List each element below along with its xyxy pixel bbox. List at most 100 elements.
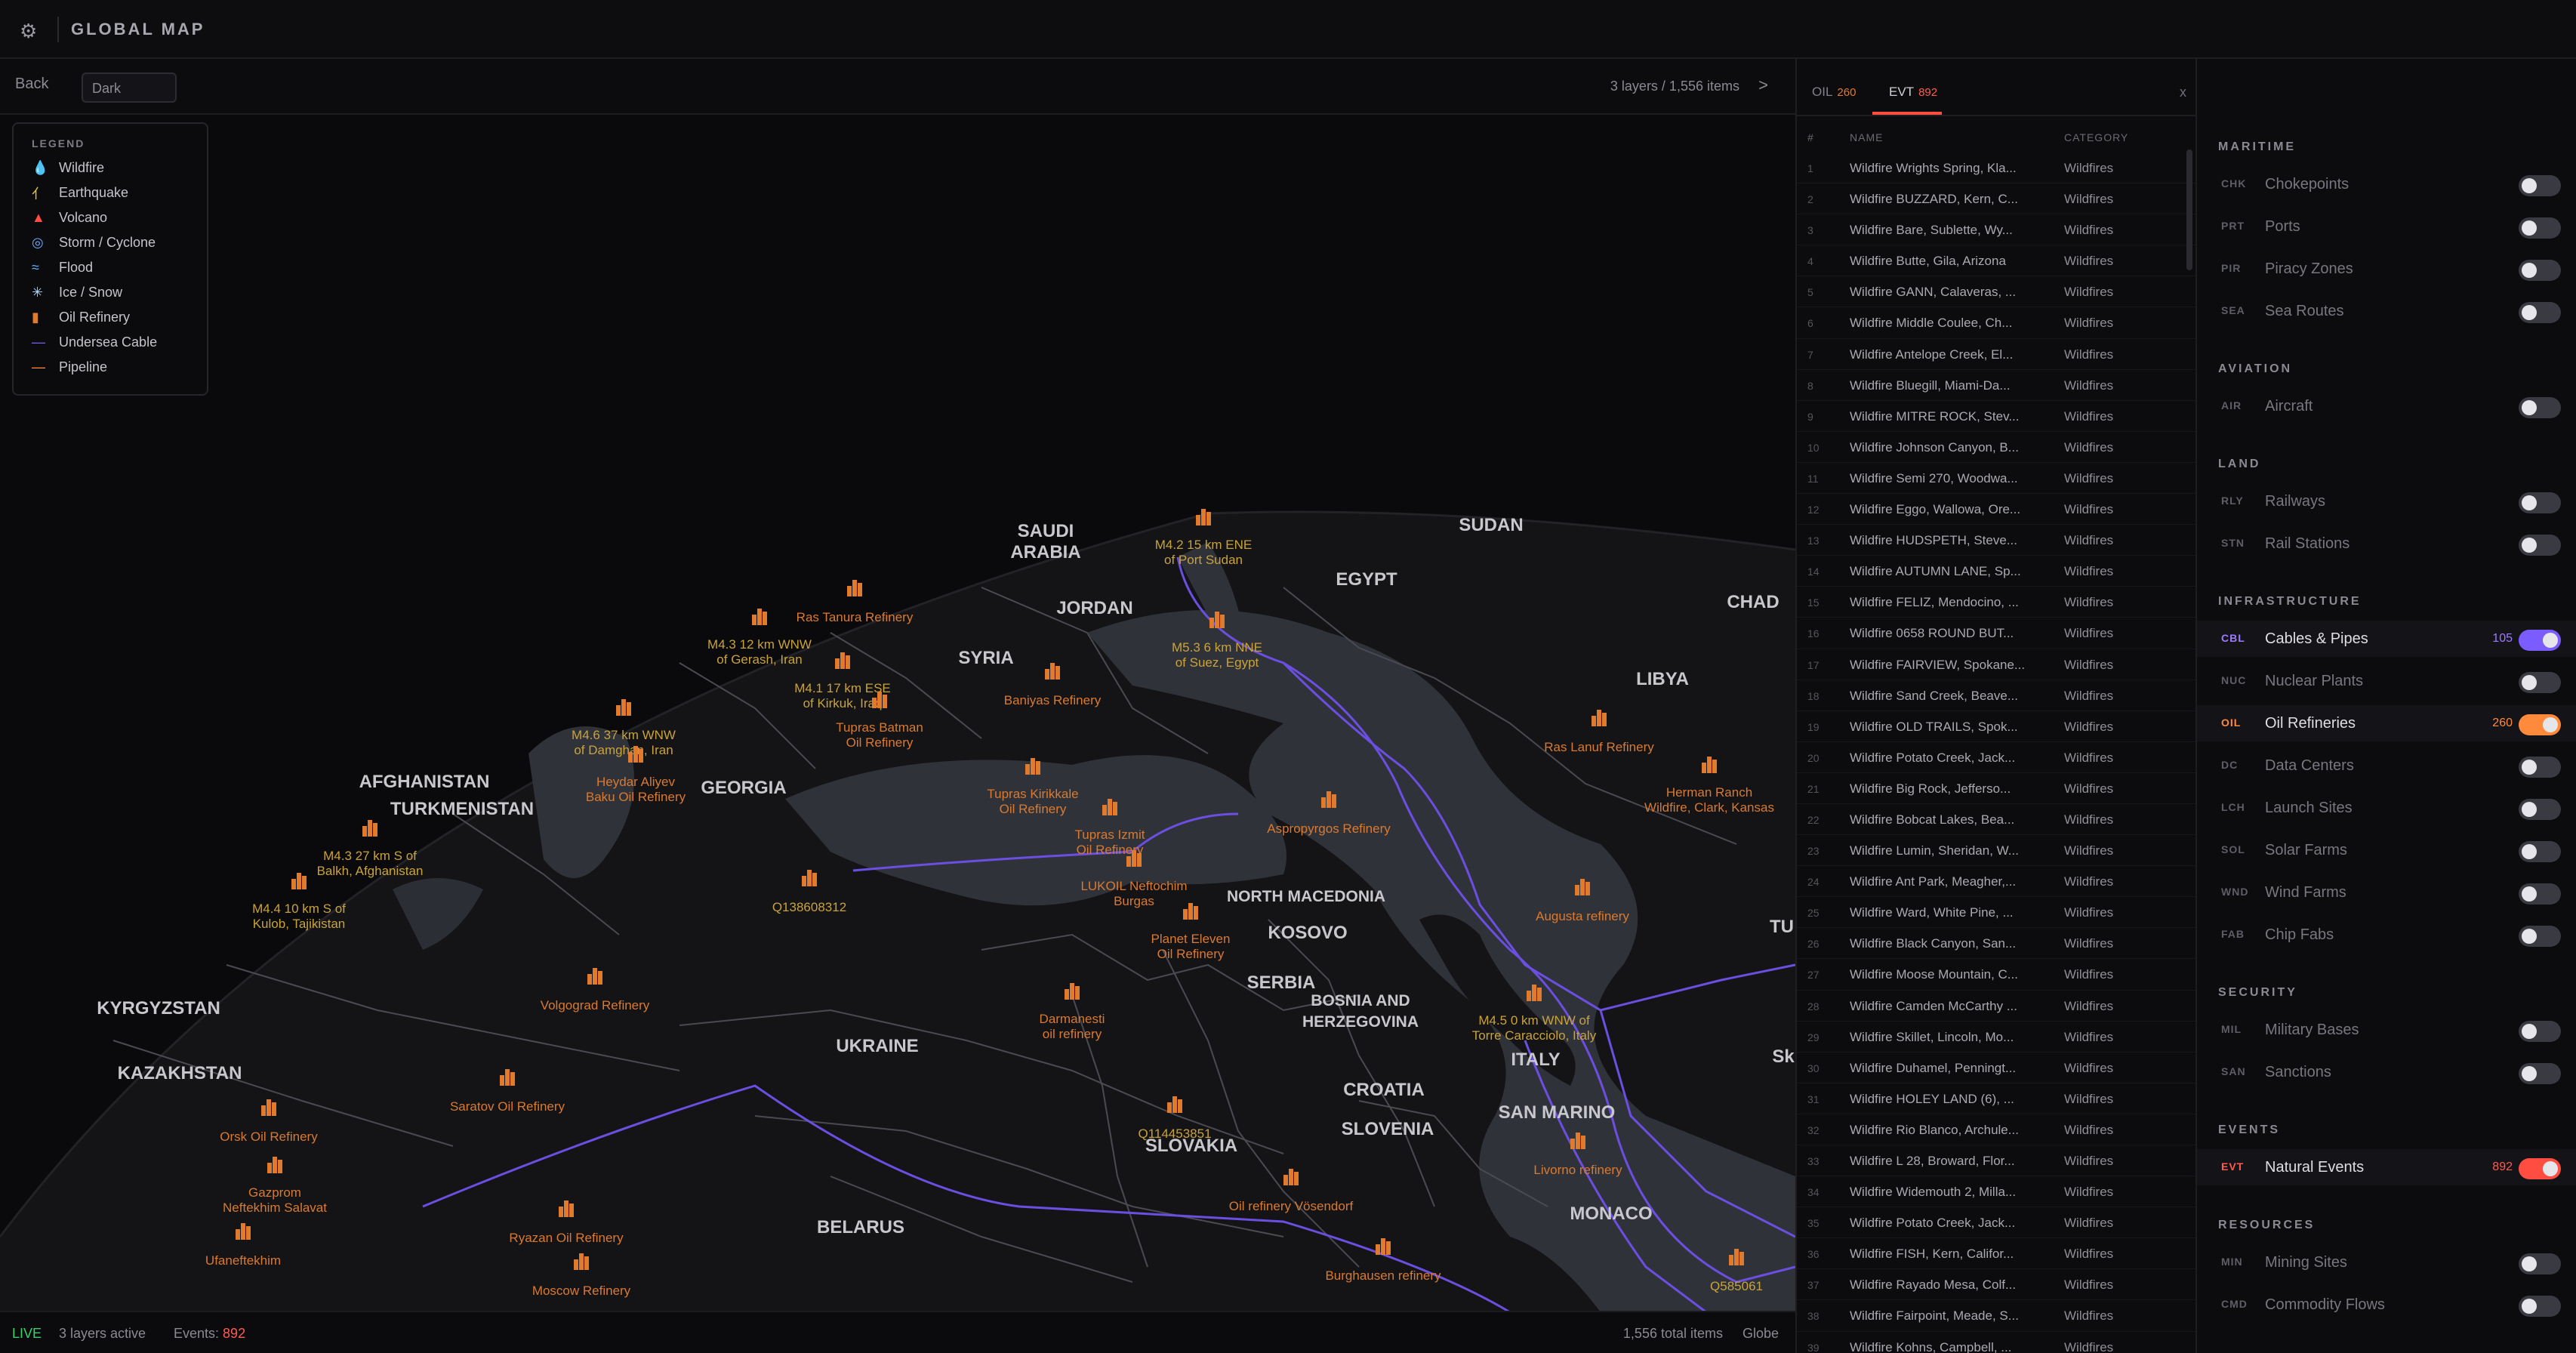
layer-row-pir[interactable]: PIR Piracy Zones xyxy=(2197,251,2576,287)
layer-row-fab[interactable]: FAB Chip Fabs xyxy=(2197,917,2576,953)
layer-toggle[interactable] xyxy=(2519,926,2561,947)
table-row[interactable]: 31 Wildfire HOLEY LAND (6), ... Wildfires xyxy=(1797,1083,2195,1114)
layer-toggle[interactable] xyxy=(2519,492,2561,513)
layer-toggle[interactable] xyxy=(2519,1296,2561,1317)
map-poi-label[interactable]: M4.3 27 km S of Balkh, Afghanistan xyxy=(317,849,424,879)
map-poi-label[interactable]: Oil refinery Vösendorf xyxy=(1229,1199,1353,1214)
map-poi-label[interactable]: Moscow Refinery xyxy=(532,1284,630,1299)
table-row[interactable]: 35 Wildfire Potato Creek, Jack... Wildfire… xyxy=(1797,1207,2195,1239)
map-poi-label[interactable]: M5.3 6 km NNE of Suez, Egypt xyxy=(1172,640,1262,670)
oil-refinery-icon[interactable] xyxy=(1321,790,1336,808)
oil-refinery-icon[interactable] xyxy=(500,1068,515,1086)
oil-refinery-icon[interactable] xyxy=(616,698,631,716)
oil-refinery-icon[interactable] xyxy=(1527,983,1542,1001)
layer-row-air[interactable]: AIR Aircraft xyxy=(2197,388,2576,424)
layer-row-san[interactable]: SAN Sanctions xyxy=(2197,1054,2576,1090)
layer-toggle[interactable] xyxy=(2519,883,2561,905)
view-mode-button[interactable]: Globe xyxy=(1742,1326,1779,1342)
layer-toggle[interactable] xyxy=(2519,757,2561,778)
layer-row-mil[interactable]: MIL Military Bases xyxy=(2197,1012,2576,1048)
table-row[interactable]: 24 Wildfire Ant Park, Meagher,... Wildfire… xyxy=(1797,866,2195,898)
table-row[interactable]: 19 Wildfire OLD TRAILS, Spok... Wildfires xyxy=(1797,711,2195,742)
table-row[interactable]: 32 Wildfire Rio Blanco, Archule... Wildfir… xyxy=(1797,1114,2195,1145)
map-poi-label[interactable]: M4.4 10 km S of Kulob, Tajikistan xyxy=(252,901,346,932)
layer-row-nuc[interactable]: NUC Nuclear Plants xyxy=(2197,663,2576,699)
table-row[interactable]: 22 Wildfire Bobcat Lakes, Bea... Wildfires xyxy=(1797,804,2195,836)
oil-refinery-icon[interactable] xyxy=(1702,755,1717,773)
oil-refinery-icon[interactable] xyxy=(752,607,767,625)
layer-row-chk[interactable]: CHK Chokepoints xyxy=(2197,166,2576,202)
table-row[interactable]: 9 Wildfire MITRE ROCK, Stev... Wildfires xyxy=(1797,401,2195,432)
table-row[interactable]: 13 Wildfire HUDSPETH, Steve... Wildfires xyxy=(1797,525,2195,556)
table-row[interactable]: 21 Wildfire Big Rock, Jefferso... Wildfire… xyxy=(1797,773,2195,804)
map-poi-label[interactable]: LUKOIL Neftochim Burgas xyxy=(1080,879,1187,909)
table-row[interactable]: 12 Wildfire Eggo, Wallowa, Ore... Wildfire… xyxy=(1797,494,2195,525)
oil-refinery-icon[interactable] xyxy=(1729,1247,1744,1265)
layer-row-rly[interactable]: RLY Railways xyxy=(2197,483,2576,519)
oil-refinery-icon[interactable] xyxy=(1209,610,1225,628)
table-row[interactable]: 28 Wildfire Camden McCarthy ... Wildfires xyxy=(1797,991,2195,1022)
table-row[interactable]: 29 Wildfire Skillet, Lincoln, Mo... Wildfi… xyxy=(1797,1022,2195,1053)
oil-refinery-icon[interactable] xyxy=(1065,982,1080,1000)
layer-toggle[interactable] xyxy=(2519,217,2561,239)
oil-refinery-icon[interactable] xyxy=(559,1199,574,1217)
map-poi-label[interactable]: Gazprom Neftekhim Salavat xyxy=(223,1185,327,1216)
oil-refinery-icon[interactable] xyxy=(1570,1131,1585,1149)
oil-refinery-icon[interactable] xyxy=(872,690,887,708)
layer-row-cmd[interactable]: CMD Commodity Flows xyxy=(2197,1287,2576,1323)
col-category[interactable]: CATEGORY xyxy=(2064,131,2128,143)
map-poi-label[interactable]: Tupras Kirikkale Oil Refinery xyxy=(987,787,1078,817)
table-row[interactable]: 26 Wildfire Black Canyon, San... Wildfires xyxy=(1797,928,2195,960)
map-poi-label[interactable]: Saratov Oil Refinery xyxy=(450,1099,565,1114)
table-row[interactable]: 25 Wildfire Ward, White Pine, ... Wildfire… xyxy=(1797,897,2195,929)
layer-toggle[interactable] xyxy=(2519,1021,2561,1042)
map-poi-label[interactable]: Volgograd Refinery xyxy=(541,998,650,1013)
tab-evt[interactable]: EVT 892 xyxy=(1889,85,1937,100)
table-row[interactable]: 2 Wildfire BUZZARD, Kern, C... Wildfires xyxy=(1797,183,2195,215)
table-row[interactable]: 23 Wildfire Lumin, Sheridan, W... Wildfire… xyxy=(1797,835,2195,867)
layer-row-wnd[interactable]: WND Wind Farms xyxy=(2197,874,2576,911)
table-row[interactable]: 33 Wildfire L 28, Broward, Flor... Wildfir… xyxy=(1797,1145,2195,1177)
table-row[interactable]: 16 Wildfire 0658 ROUND BUT... Wildfires xyxy=(1797,618,2195,649)
oil-refinery-icon[interactable] xyxy=(628,744,643,763)
oil-refinery-icon[interactable] xyxy=(291,871,307,889)
layer-toggle[interactable] xyxy=(2519,672,2561,693)
table-row[interactable]: 27 Wildfire Moose Mountain, C... Wildfires xyxy=(1797,959,2195,991)
map-poi-label[interactable]: Burghausen refinery xyxy=(1325,1268,1441,1284)
col-index[interactable]: # xyxy=(1807,131,1814,143)
table-row[interactable]: 37 Wildfire Rayado Mesa, Colf... Wildfires xyxy=(1797,1269,2195,1301)
theme-select[interactable]: Dark xyxy=(82,72,177,103)
map-poi-label[interactable]: Ras Tanura Refinery xyxy=(797,610,914,625)
layer-toggle[interactable] xyxy=(2519,260,2561,281)
col-name[interactable]: NAME xyxy=(1850,131,1883,143)
layer-row-min[interactable]: MIN Mining Sites xyxy=(2197,1244,2576,1281)
map-poi-label[interactable]: Q114453851 xyxy=(1138,1126,1211,1142)
layer-row-prt[interactable]: PRT Ports xyxy=(2197,208,2576,245)
oil-refinery-icon[interactable] xyxy=(1045,661,1060,680)
map-poi-label[interactable]: M4.2 15 km ENE of Port Sudan xyxy=(1155,538,1253,568)
table-row[interactable]: 6 Wildfire Middle Coulee, Ch... Wildfires xyxy=(1797,307,2195,339)
layer-toggle[interactable] xyxy=(2519,714,2561,735)
table-row[interactable]: 18 Wildfire Sand Creek, Beave... Wildfires xyxy=(1797,680,2195,711)
oil-refinery-icon[interactable] xyxy=(1102,797,1117,815)
layer-row-dc[interactable]: DC Data Centers xyxy=(2197,747,2576,784)
map-poi-label[interactable]: Heydar Aliyev Baku Oil Refinery xyxy=(586,775,686,805)
oil-refinery-icon[interactable] xyxy=(1592,708,1607,726)
map-poi-label[interactable]: Baniyas Refinery xyxy=(1004,693,1102,708)
layer-row-oil[interactable]: OIL Oil Refineries 260 xyxy=(2197,705,2576,741)
oil-refinery-icon[interactable] xyxy=(1196,507,1211,525)
oil-refinery-icon[interactable] xyxy=(835,651,850,669)
oil-refinery-icon[interactable] xyxy=(1167,1095,1182,1113)
table-row[interactable]: 11 Wildfire Semi 270, Woodwa... Wildfires xyxy=(1797,463,2195,495)
table-row[interactable]: 5 Wildfire GANN, Calaveras, ... Wildfires xyxy=(1797,276,2195,308)
map-poi-label[interactable]: Tupras Batman Oil Refinery xyxy=(836,720,923,750)
tab-oil[interactable]: OIL 260 xyxy=(1812,85,1856,100)
map-poi-label[interactable]: Aspropyrgos Refinery xyxy=(1267,821,1390,837)
close-icon[interactable]: x xyxy=(2180,85,2186,100)
layer-row-sea[interactable]: SEA Sea Routes xyxy=(2197,293,2576,329)
table-row[interactable]: 38 Wildfire Fairpoint, Meade, S... Wildfir… xyxy=(1797,1300,2195,1332)
map-poi-label[interactable]: Q138608312 xyxy=(772,900,846,915)
chevron-right-icon[interactable]: > xyxy=(1758,76,1768,95)
gear-icon[interactable]: ⚙ xyxy=(20,21,39,41)
oil-refinery-icon[interactable] xyxy=(1126,849,1142,867)
